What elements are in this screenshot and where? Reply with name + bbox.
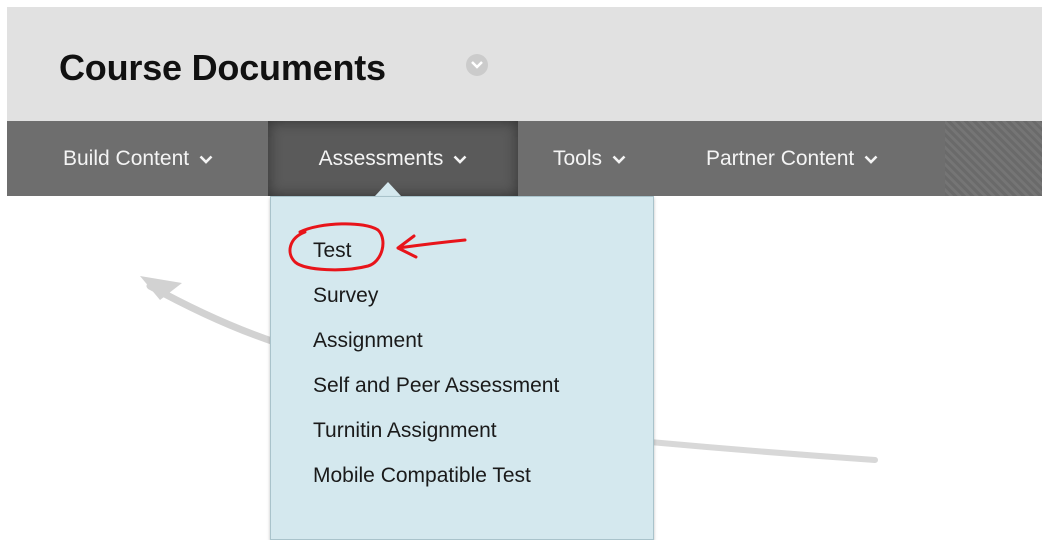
chevron-down-icon <box>864 120 878 195</box>
page-header: Course Documents <box>7 7 1042 121</box>
chevron-down-icon <box>471 61 483 69</box>
build-content-label: Build Content <box>63 147 190 170</box>
title-menu-button[interactable] <box>466 54 488 76</box>
tools-menu[interactable]: Tools <box>553 121 626 196</box>
tools-label: Tools <box>553 147 603 170</box>
assessments-label: Assessments <box>318 147 444 170</box>
chevron-down-icon <box>199 120 213 195</box>
page-title: Course Documents <box>59 47 386 88</box>
build-content-menu[interactable]: Build Content <box>63 121 213 196</box>
menu-item-assignment[interactable]: Assignment <box>313 329 423 353</box>
menu-item-test[interactable]: Test <box>313 239 352 263</box>
menu-item-survey[interactable]: Survey <box>313 284 378 308</box>
menu-item-turnitin-assignment[interactable]: Turnitin Assignment <box>313 419 497 443</box>
assessments-dropdown: Test Survey Assignment Self and Peer Ass… <box>270 196 654 540</box>
action-bar: Build Content Assessments Tools Partner … <box>7 121 1042 196</box>
dropdown-pointer <box>375 182 401 196</box>
chevron-down-icon <box>453 120 467 195</box>
menu-item-self-and-peer-assessment[interactable]: Self and Peer Assessment <box>313 374 559 398</box>
partner-content-label: Partner Content <box>706 147 855 170</box>
menu-item-mobile-compatible-test[interactable]: Mobile Compatible Test <box>313 464 531 488</box>
chevron-down-icon <box>612 120 626 195</box>
action-bar-filler <box>945 121 1042 196</box>
partner-content-menu[interactable]: Partner Content <box>706 121 878 196</box>
